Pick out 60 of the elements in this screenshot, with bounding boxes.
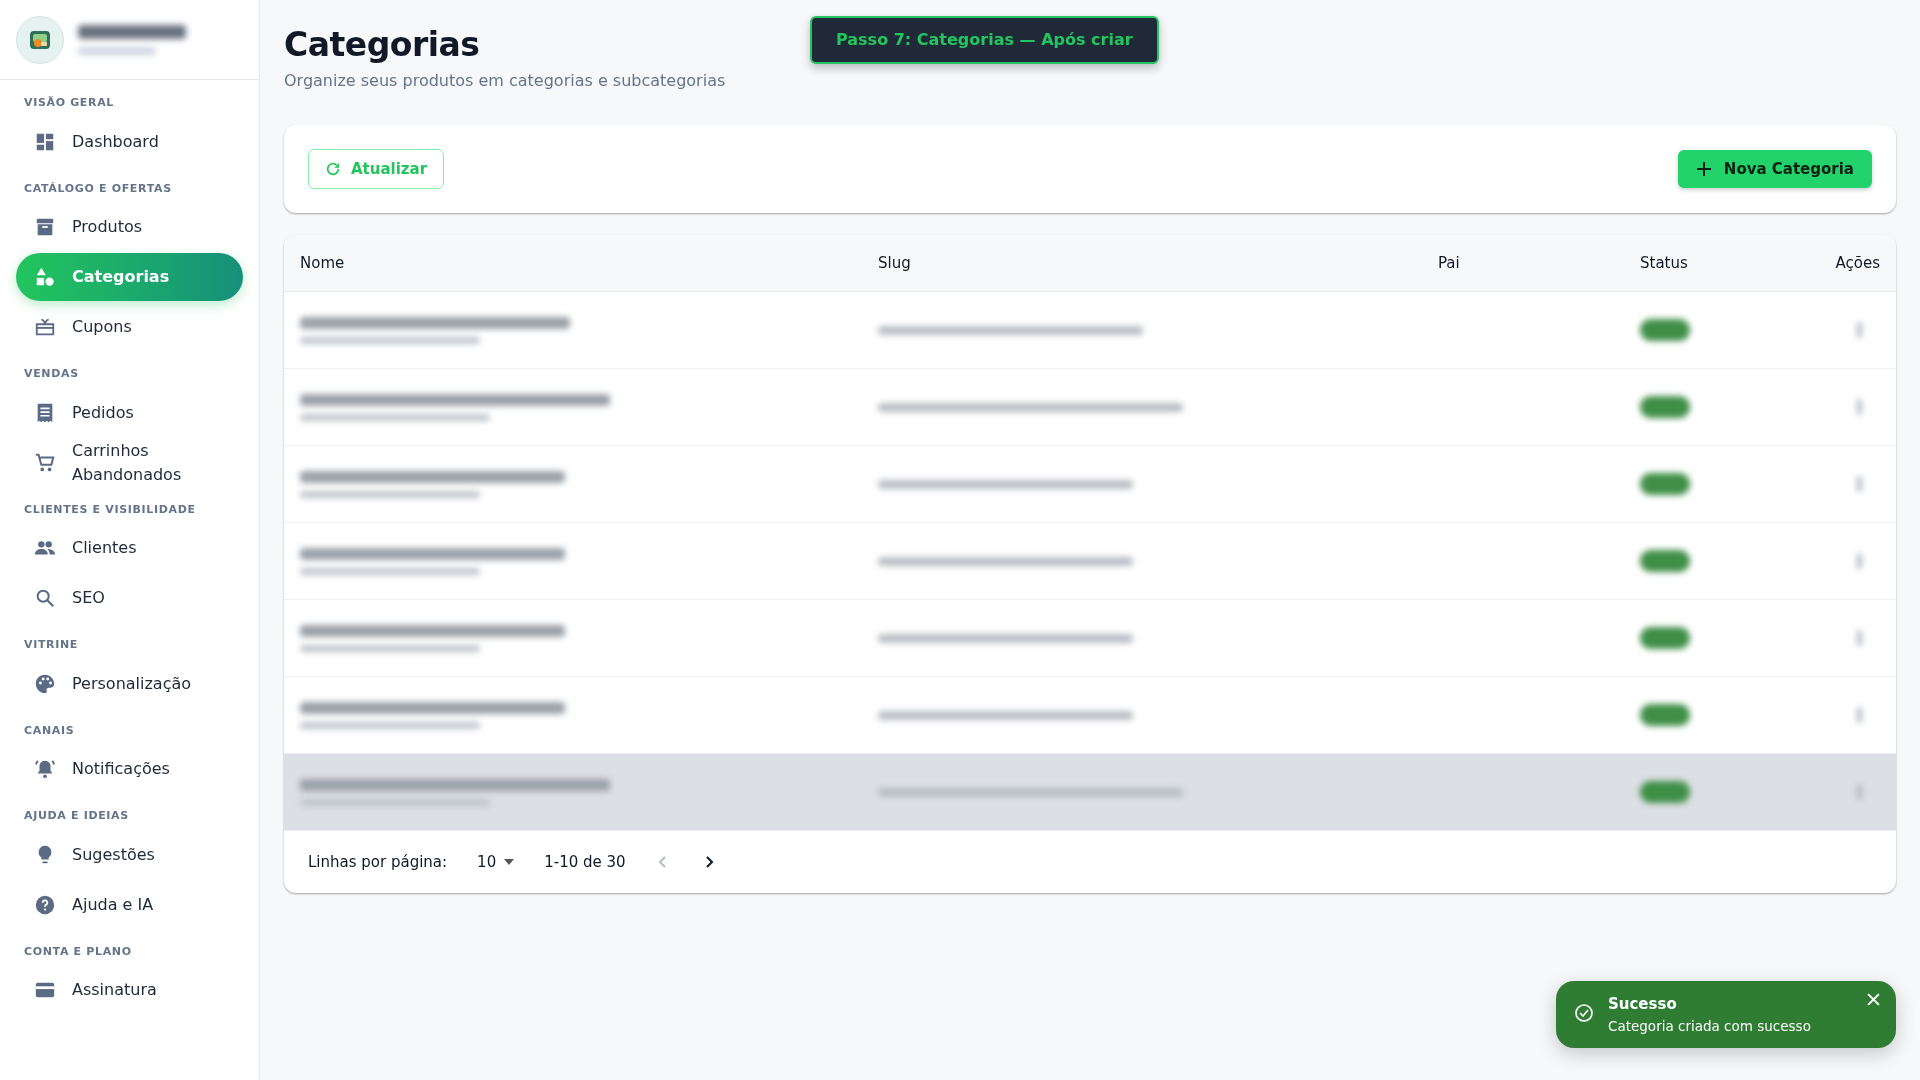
sidebar-item[interactable]: Cupons (16, 303, 243, 351)
redacted-status-badge (1640, 396, 1690, 419)
redacted-status-badge (1640, 627, 1690, 650)
help-icon (34, 893, 56, 916)
sidebar-item[interactable]: Ajuda e IA (16, 880, 243, 929)
new-category-button[interactable]: Nova Categoria (1677, 149, 1872, 189)
cart-icon (34, 451, 56, 474)
step-banner: Passo 7: Categorias — Após criar (810, 16, 1159, 64)
page-range: 1-10 de 30 (544, 852, 626, 874)
sidebar-item[interactable]: Dashboard (16, 117, 243, 166)
sidebar-item[interactable]: Produtos (16, 203, 243, 251)
section-heading: VISÃO GERAL (23, 95, 116, 111)
caret-icon (504, 859, 515, 866)
page-title: Categorias (284, 24, 480, 66)
bell-icon (34, 758, 56, 780)
redacted-status-badge (1640, 473, 1690, 496)
redacted-status-badge (1640, 781, 1690, 804)
section-heading: CANAIS (23, 722, 76, 739)
sidebar-item[interactable]: Sugestões (16, 830, 243, 879)
redacted-actions (1857, 553, 1862, 570)
refresh-icon (325, 161, 341, 178)
check-circle-icon (1574, 1003, 1594, 1023)
toast-message: Categoria criada com sucesso (1608, 1016, 1811, 1036)
redacted-status-badge (1640, 319, 1690, 342)
sidebar-item[interactable]: Assinatura (16, 966, 243, 1014)
close-icon (1867, 993, 1880, 1006)
redacted-actions (1857, 707, 1862, 724)
sidebar-item[interactable]: SEO (16, 574, 243, 622)
sidebar-item[interactable]: Notificações (16, 745, 243, 793)
column-header: Slug (878, 253, 912, 275)
redacted-actions (1857, 322, 1862, 339)
shapes-icon (34, 266, 56, 288)
redacted-actions (1857, 399, 1862, 416)
column-header: Status (1640, 253, 1689, 275)
column-header: Pai (1438, 253, 1461, 275)
page-subtitle: Organize seus produtos em categorias e subcategorias (284, 69, 727, 92)
store-avatar (16, 15, 64, 64)
section-heading: VENDAS (23, 366, 80, 382)
redacted-status-badge (1640, 550, 1690, 573)
sidebar-item[interactable]: Carrinhos Abandonados (16, 438, 243, 487)
column-header: Ações (1834, 253, 1880, 275)
rows-per-page-label: Linhas por página: (308, 852, 448, 874)
section-heading: CATÁLOGO E OFERTAS (23, 180, 173, 197)
archive-box-icon (34, 216, 56, 238)
section-heading: AJUDA E IDEIAS (23, 808, 130, 824)
plus-icon (1695, 161, 1712, 178)
sidebar-item[interactable]: Clientes (16, 524, 243, 572)
sidebar-item[interactable]: Personalização (16, 659, 243, 708)
redacted-actions (1857, 476, 1862, 493)
redacted-actions (1857, 630, 1862, 647)
sidebar-item[interactable]: Pedidos (16, 388, 243, 437)
search-icon (34, 587, 56, 609)
column-header: Nome (300, 253, 346, 275)
toast-title: Sucesso (1608, 994, 1678, 1015)
section-heading: CONTA E PLANO (23, 943, 133, 960)
redacted-status-badge (1640, 704, 1690, 727)
section-heading: CLIENTES E VISIBILIDADE (23, 501, 197, 518)
rows-per-page-select[interactable]: 10 (473, 847, 519, 878)
palette-icon (34, 672, 56, 695)
section-heading: VITRINE (23, 637, 79, 653)
